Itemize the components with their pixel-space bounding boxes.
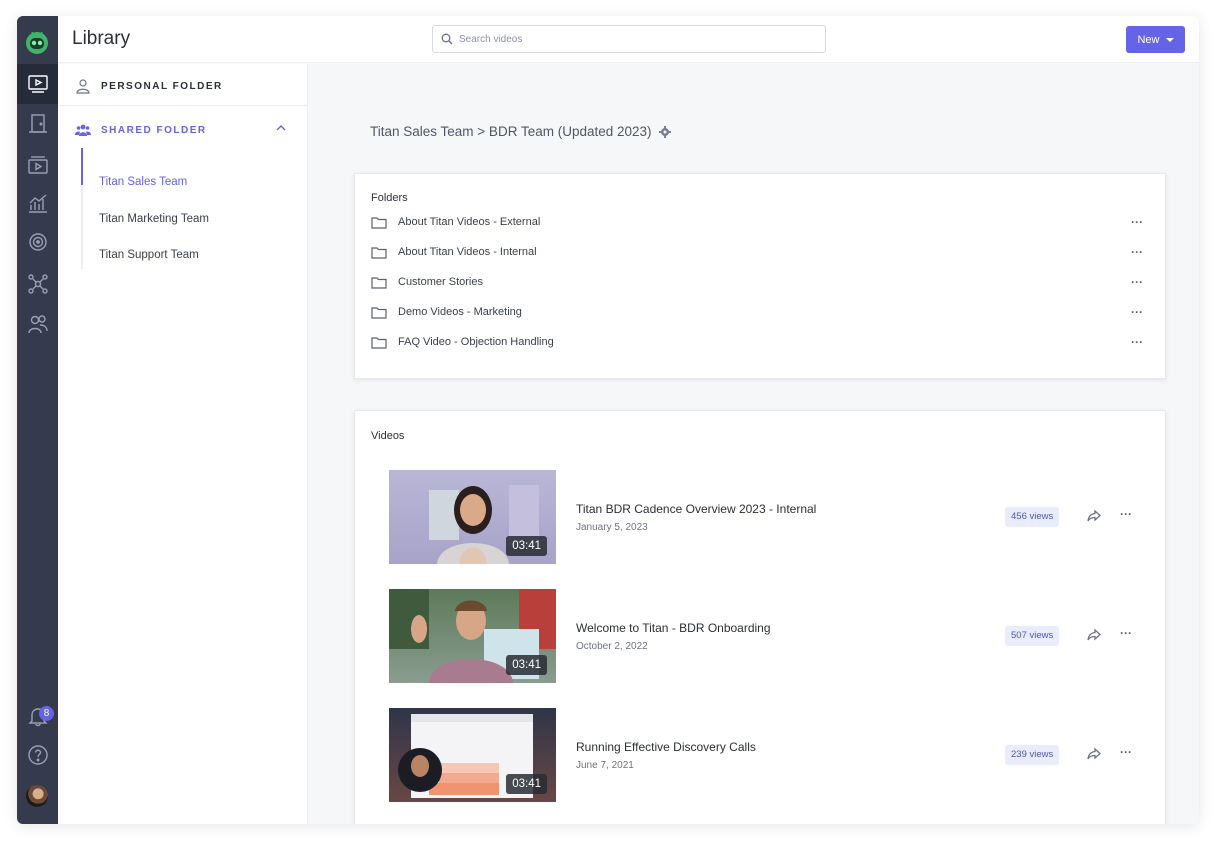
- personal-folder-label: PERSONAL FOLDER: [101, 80, 223, 92]
- more-options-icon[interactable]: ···: [1120, 508, 1132, 520]
- analytics-nav-button[interactable]: [17, 184, 58, 224]
- folder-sidebar: PERSONAL FOLDER SHARED FOLDER Titan Sale…: [58, 64, 308, 824]
- more-options-icon[interactable]: ···: [1120, 627, 1132, 639]
- network-icon: [27, 274, 48, 294]
- help-icon: [27, 745, 48, 765]
- share-icon[interactable]: [1086, 508, 1102, 524]
- goals-nav-button[interactable]: [17, 222, 58, 262]
- folder-row[interactable]: About Titan Videos - Internal ···: [371, 242, 1143, 262]
- more-options-icon[interactable]: ···: [1131, 246, 1143, 258]
- video-title[interactable]: Titan BDR Cadence Overview 2023 - Intern…: [576, 502, 816, 516]
- shared-folder-link[interactable]: SHARED FOLDER: [58, 118, 307, 142]
- views-badge: 239 views: [1005, 745, 1060, 765]
- new-button[interactable]: New: [1126, 26, 1185, 53]
- folder-icon: [371, 246, 387, 259]
- video-date: January 5, 2023: [576, 522, 648, 533]
- folder-name: About Titan Videos - External: [398, 216, 541, 228]
- folder-name: FAQ Video - Objection Handling: [398, 336, 554, 348]
- search-input[interactable]: [459, 33, 799, 45]
- playlist-icon: [27, 156, 48, 174]
- video-library-icon: [27, 75, 48, 93]
- library-nav-button[interactable]: [17, 64, 58, 104]
- video-thumbnail[interactable]: 03:41: [389, 589, 556, 683]
- video-row[interactable]: 03:41 Titan BDR Cadence Overview 2023 - …: [389, 470, 1145, 564]
- more-options-icon[interactable]: ···: [1131, 336, 1143, 348]
- caret-down-icon: [1165, 37, 1174, 42]
- videos-card: Videos 03:41 Titan BDR Cadence Overview …: [354, 410, 1166, 824]
- playlists-nav-button[interactable]: [17, 145, 58, 185]
- more-options-icon[interactable]: ···: [1131, 306, 1143, 318]
- team-icon: [27, 315, 48, 334]
- notifications-button[interactable]: 8: [17, 696, 58, 736]
- folder-icon: [371, 216, 387, 229]
- folder-row[interactable]: FAQ Video - Objection Handling ···: [371, 332, 1143, 352]
- folder-tree-line: [81, 148, 83, 269]
- notification-count-badge: 8: [39, 706, 54, 721]
- help-button[interactable]: [17, 735, 58, 775]
- videos-title: Videos: [371, 430, 405, 442]
- folder-row[interactable]: Demo Videos - Marketing ···: [371, 302, 1143, 322]
- share-icon[interactable]: [1086, 627, 1102, 643]
- sidebar-item-titan-support-team[interactable]: Titan Support Team: [99, 249, 199, 261]
- video-duration: 03:41: [506, 774, 547, 794]
- more-options-icon[interactable]: ···: [1131, 276, 1143, 288]
- video-date: October 2, 2022: [576, 641, 648, 652]
- nav-rail: 8: [17, 16, 58, 824]
- share-icon[interactable]: [1086, 746, 1102, 762]
- folder-name: Customer Stories: [398, 276, 483, 288]
- folder-icon: [371, 336, 387, 349]
- folder-row[interactable]: About Titan Videos - External ···: [371, 212, 1143, 232]
- target-icon: [28, 233, 47, 251]
- sidebar-item-titan-sales-team[interactable]: Titan Sales Team: [99, 176, 187, 188]
- sidebar-divider: [58, 105, 307, 106]
- shared-folder-label: SHARED FOLDER: [101, 124, 207, 136]
- views-badge: 507 views: [1005, 626, 1060, 646]
- user-avatar[interactable]: [26, 785, 48, 807]
- new-button-label: New: [1137, 33, 1160, 46]
- gear-icon[interactable]: [658, 125, 671, 138]
- folders-card: Folders About Titan Videos - External ··…: [354, 173, 1166, 379]
- active-indicator: [81, 148, 83, 185]
- sidebar-item-titan-marketing-team[interactable]: Titan Marketing Team: [99, 213, 209, 225]
- video-date: June 7, 2021: [576, 760, 634, 771]
- folder-row[interactable]: Customer Stories ···: [371, 272, 1143, 292]
- robot-logo-icon[interactable]: [24, 29, 50, 55]
- search-box[interactable]: [432, 25, 826, 53]
- door-icon: [28, 114, 47, 133]
- breadcrumb-text[interactable]: Titan Sales Team > BDR Team (Updated 202…: [370, 124, 652, 139]
- folders-title: Folders: [371, 192, 408, 204]
- top-bar: Library New: [58, 16, 1199, 63]
- search-icon: [441, 33, 453, 45]
- team-nav-button[interactable]: [17, 304, 58, 344]
- views-badge: 456 views: [1005, 507, 1060, 527]
- video-duration: 03:41: [506, 536, 547, 556]
- folder-icon: [371, 276, 387, 289]
- breadcrumb: Titan Sales Team > BDR Team (Updated 202…: [370, 124, 671, 139]
- integrations-nav-button[interactable]: [17, 264, 58, 304]
- app-window: 8 Library New PERSONAL FOLDER: [17, 16, 1199, 824]
- video-duration: 03:41: [506, 655, 547, 675]
- rooms-nav-button[interactable]: [17, 104, 58, 144]
- video-thumbnail[interactable]: 03:41: [389, 470, 556, 564]
- personal-folder-link[interactable]: PERSONAL FOLDER: [58, 74, 307, 98]
- page-title: Library: [72, 28, 131, 49]
- more-options-icon[interactable]: ···: [1120, 746, 1132, 758]
- user-icon: [76, 79, 90, 94]
- chevron-up-icon[interactable]: [275, 122, 287, 134]
- video-thumbnail[interactable]: 03:41: [389, 708, 556, 802]
- group-icon: [75, 124, 91, 136]
- video-row[interactable]: 03:41 Welcome to Titan - BDR Onboarding …: [389, 589, 1145, 683]
- video-title[interactable]: Running Effective Discovery Calls: [576, 740, 756, 754]
- folder-icon: [371, 306, 387, 319]
- video-row[interactable]: 03:41 Running Effective Discovery Calls …: [389, 708, 1145, 802]
- analytics-icon: [28, 194, 47, 213]
- more-options-icon[interactable]: ···: [1131, 216, 1143, 228]
- folder-name: Demo Videos - Marketing: [398, 306, 522, 318]
- video-title[interactable]: Welcome to Titan - BDR Onboarding: [576, 621, 771, 635]
- folder-name: About Titan Videos - Internal: [398, 246, 537, 258]
